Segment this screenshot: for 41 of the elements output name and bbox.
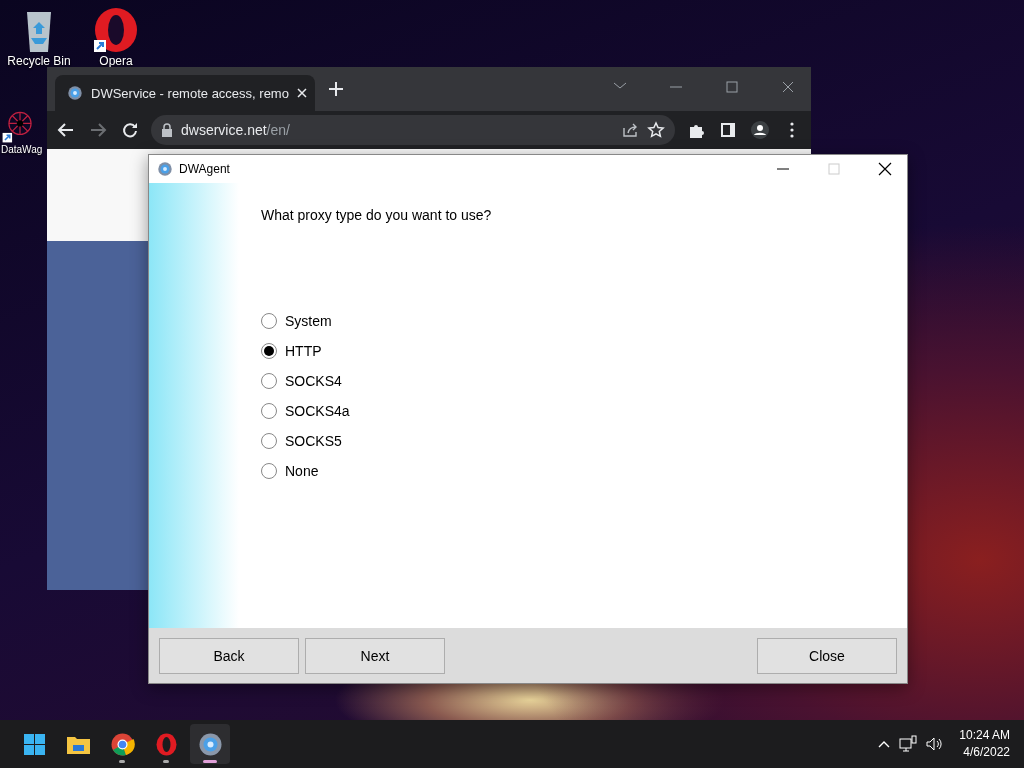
browser-tab[interactable]: DWService - remote access, remo [55,75,315,111]
radio-button[interactable] [261,463,277,479]
side-panel-icon[interactable] [719,121,737,139]
close-button[interactable]: Close [757,637,897,674]
close-icon[interactable] [296,88,307,98]
speaker-icon[interactable] [925,735,944,753]
back-button[interactable]: Back [159,637,299,674]
option-label[interactable]: SOCKS5 [285,433,342,449]
chrome-icon[interactable] [109,731,135,757]
window-title: DWAgent [179,162,231,176]
clock-date[interactable]: 4/6/2022 [963,744,1010,761]
opera-icon[interactable] [92,6,140,54]
radio-button[interactable] [261,403,277,419]
desktop-icon-label[interactable]: Opera [99,54,133,68]
profile-icon[interactable] [751,121,769,139]
address-bar[interactable]: dwservice.net/en/ [151,115,675,145]
option-label[interactable]: System [285,313,332,329]
next-button[interactable]: Next [305,637,445,674]
network-icon[interactable] [899,735,918,753]
radio-button[interactable] [261,373,277,389]
radio-button[interactable] [261,433,277,449]
question-text: What proxy type do you want to use? [261,207,493,223]
radio-button[interactable] [261,313,277,329]
desktop-icon-label[interactable]: Recycle Bin [7,54,71,68]
lock-icon [161,123,173,137]
share-icon[interactable] [621,121,639,139]
tab-title: DWService - remote access, remo [91,85,289,101]
star-icon[interactable] [647,121,665,139]
windows-logo-icon[interactable] [21,731,47,757]
option-label[interactable]: None [285,463,319,479]
option-label[interactable]: HTTP [285,343,322,359]
reload-icon[interactable] [121,121,139,139]
back-arrow-icon[interactable] [57,121,75,139]
clock-time[interactable]: 10:24 AM [959,727,1010,744]
url-text: dwservice.net/en/ [181,122,291,138]
forward-arrow-icon[interactable] [89,121,107,139]
desktop-icon-label[interactable]: DataWag [1,144,43,155]
plus-icon[interactable] [328,81,343,96]
option-label[interactable]: SOCKS4a [285,403,350,419]
option-label[interactable]: SOCKS4 [285,373,342,389]
radio-button[interactable] [261,343,277,359]
